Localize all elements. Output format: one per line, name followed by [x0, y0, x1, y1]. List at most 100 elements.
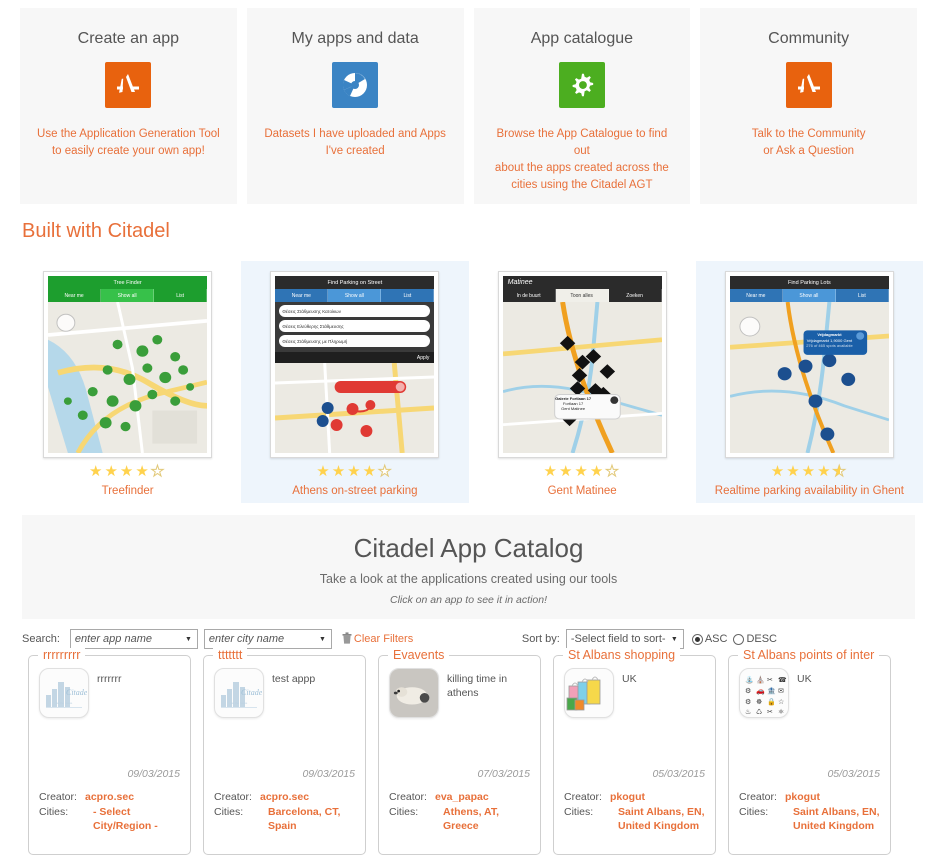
filter-list: Θέσεις Στάθμευσης Κατοίκων Θέσεις Ελεύθε…	[275, 302, 435, 352]
app-screenshot-thumbnail[interactable]: Find Parking on Street Near me Show all …	[270, 271, 440, 458]
promo-card-description[interactable]: Browse the App Catalogue to find out abo…	[488, 126, 677, 194]
svg-text:✂: ✂	[767, 676, 773, 684]
promo-desc-line-2[interactable]: or Ask a Question	[714, 143, 903, 160]
built-with-citadel-heading: Built with Citadel	[22, 220, 170, 242]
appstore-icon[interactable]	[105, 62, 152, 108]
gear-icon[interactable]	[558, 62, 605, 108]
apply-button[interactable]: Apply	[275, 352, 435, 363]
sort-desc-label[interactable]: DESC	[746, 633, 777, 645]
featured-app-athens-on-street-parking[interactable]: Find Parking on Street Near me Show all …	[241, 261, 469, 503]
featured-app-treefinder[interactable]: Tree Finder Near me Show all List ★★★★★ …	[14, 261, 241, 503]
catalog-card-title: ttttttt	[213, 648, 248, 662]
cities-label: Cities:	[214, 805, 244, 818]
creator-value: acpro.sec	[85, 791, 135, 803]
app-screen-tab: Near me	[48, 289, 102, 302]
catalog-card[interactable]: rrrrrrrrr Citadel on the move rrrrrrr 0	[28, 648, 191, 855]
promo-card-description[interactable]: Use the Application Generation Tool to e…	[34, 126, 223, 160]
promo-cards-row: Create an app Use the Application Genera…	[0, 0, 937, 204]
chevron-down-icon: ▼	[318, 635, 326, 643]
clear-filters-button[interactable]: Clear Filters	[342, 631, 413, 647]
app-name-label[interactable]: Athens on-street parking	[241, 485, 468, 497]
app-name-select[interactable]: enter app name ▼	[69, 629, 198, 649]
app-screenshot-thumbnail[interactable]: Tree Finder Near me Show all List	[43, 271, 213, 458]
app-screen-tab: Near me	[275, 289, 329, 302]
map-preview: Vrijdagmarkt Vrijdagmarkt 1,9000 Gent 27…	[729, 301, 889, 453]
creator-label: Creator:	[214, 791, 252, 803]
appstore-icon[interactable]	[785, 62, 832, 108]
promo-card-community[interactable]: Community Talk to the Community or Ask a…	[700, 8, 917, 204]
chevron-down-icon: ▼	[670, 635, 678, 643]
promo-card-description[interactable]: Talk to the Community or Ask a Question	[714, 126, 903, 160]
promo-card-title: Create an app	[77, 30, 180, 47]
app-screenshot-thumbnail[interactable]: Matinee In de buurt Toon alles Zoeken Ga…	[497, 271, 667, 458]
app-screen-tab: List	[381, 289, 435, 302]
app-screenshot-thumbnail[interactable]: Find Parking Lots Near me Show all List	[724, 271, 894, 458]
svg-text:on the move: on the move	[231, 701, 248, 705]
app-name-label[interactable]: Realtime parking availability in Ghent	[696, 485, 923, 497]
cities-label: Cities:	[739, 805, 769, 818]
sort-asc-label[interactable]: ASC	[705, 633, 728, 645]
cities-value: Saint Albans, EN,	[793, 805, 880, 818]
catalog-card-date: 09/03/2015	[302, 768, 355, 780]
sort-field-select[interactable]: -Select field to sort- ▼	[565, 629, 684, 649]
city-name-select[interactable]: enter city name ▼	[203, 629, 332, 649]
catalog-card[interactable]: ttttttt Citadel on the move test appp 0	[203, 648, 366, 855]
catalog-card-title: St Albans shopping	[563, 648, 681, 662]
sort-asc-radio[interactable]	[691, 633, 703, 645]
creator-value: pkogut	[785, 791, 820, 803]
app-screen-tab: Show all	[782, 289, 836, 302]
catalog-card[interactable]: Evavents killing time in athens 07/03/20…	[378, 648, 541, 855]
creator-label: Creator:	[564, 791, 602, 803]
promo-desc-line-1: Datasets I have uploaded and Apps	[264, 128, 446, 140]
svg-text:♺: ♺	[756, 708, 762, 716]
svg-text:✂: ✂	[767, 708, 773, 716]
svg-text:⛪: ⛪	[756, 675, 765, 684]
svg-text:Citadel: Citadel	[66, 688, 87, 697]
catalog-card-description: test appp	[272, 673, 316, 685]
creator-label: Creator:	[389, 791, 427, 803]
sort-desc-radio[interactable]	[733, 633, 745, 645]
promo-card-create-an-app[interactable]: Create an app Use the Application Genera…	[20, 8, 237, 204]
svg-text:♨: ♨	[745, 708, 751, 716]
filter-bar: Search: enter app name ▼ enter city name…	[0, 619, 937, 649]
app-rating-stars[interactable]: ★★★★★	[696, 464, 923, 480]
built-with-apps-row: Tree Finder Near me Show all List ★★★★★ …	[0, 261, 937, 503]
citadel-logo-icon: Citadel on the move	[214, 668, 264, 718]
promo-desc-line-2: I've created	[325, 145, 385, 157]
app-screen-tabs: In de buurt Toon alles Zoeken	[502, 289, 662, 302]
catalog-card-description: UK	[622, 673, 637, 685]
app-screen-tab: List	[835, 289, 889, 302]
svg-text:☆: ☆	[778, 698, 784, 706]
catalog-card[interactable]: St Albans shopping UK 05/03/2015 Creator…	[553, 648, 716, 855]
app-screen-tab: In de buurt	[502, 289, 556, 302]
filter-list-item: Θέσεις Ελεύθερης Στάθμευσης	[279, 320, 431, 332]
app-rating-stars[interactable]: ★★★★★	[241, 464, 468, 480]
citadel-logo-icon: Citadel on the move	[39, 668, 89, 718]
cities-value: Barcelona, CT, Spain	[268, 805, 341, 833]
promo-desc-line-2: to easily create your own app!	[51, 145, 205, 157]
catalog-card-cell: ttttttt Citadel on the move test appp 0	[203, 648, 378, 855]
promo-desc-line-1[interactable]: Talk to the Community	[714, 126, 903, 143]
featured-app-gent-matinee[interactable]: Matinee In de buurt Toon alles Zoeken Ga…	[469, 261, 696, 503]
catalog-card-description: killing time in athens	[447, 673, 508, 699]
catalog-card-date: 07/03/2015	[477, 768, 530, 780]
catalog-card[interactable]: St Albans points of inter ⛲ ⛪ ✂ ☎ ⚙ 🚗 🏦 ✉ ⚙ ☸ 🔒 ☆…	[728, 648, 891, 855]
promo-card-description[interactable]: Datasets I have uploaded and Apps I've c…	[261, 126, 450, 160]
search-label: Search:	[22, 633, 60, 645]
promo-card-app-catalogue[interactable]: App catalogue Browse the App Catalogue t…	[473, 8, 691, 204]
creator-label: Creator:	[39, 791, 77, 803]
app-name-label[interactable]: Gent Matinee	[469, 485, 696, 497]
svg-text:🔒: 🔒	[767, 698, 776, 706]
app-rating-stars[interactable]: ★★★★★	[14, 464, 241, 480]
app-name-label[interactable]: Treefinder	[14, 485, 241, 497]
poi-grid-icon: ⛲ ⛪ ✂ ☎ ⚙ 🚗 🏦 ✉ ⚙ ☸ 🔒 ☆ ♨ ♺ ✂ ⚛	[739, 668, 789, 718]
creator-value: pkogut	[610, 791, 645, 803]
trash-icon	[342, 631, 352, 647]
aperture-icon[interactable]	[332, 62, 379, 108]
app-rating-stars[interactable]: ★★★★★	[469, 464, 696, 480]
featured-app-realtime-parking-ghent[interactable]: Find Parking Lots Near me Show all List	[695, 261, 923, 503]
promo-card-my-apps-and-data[interactable]: My apps and data Datasets I have uploade…	[246, 8, 464, 204]
app-screen-title: Matinee	[502, 276, 662, 289]
app-screen-title: Find Parking on Street	[275, 276, 435, 289]
svg-text:Citadel: Citadel	[241, 688, 262, 697]
